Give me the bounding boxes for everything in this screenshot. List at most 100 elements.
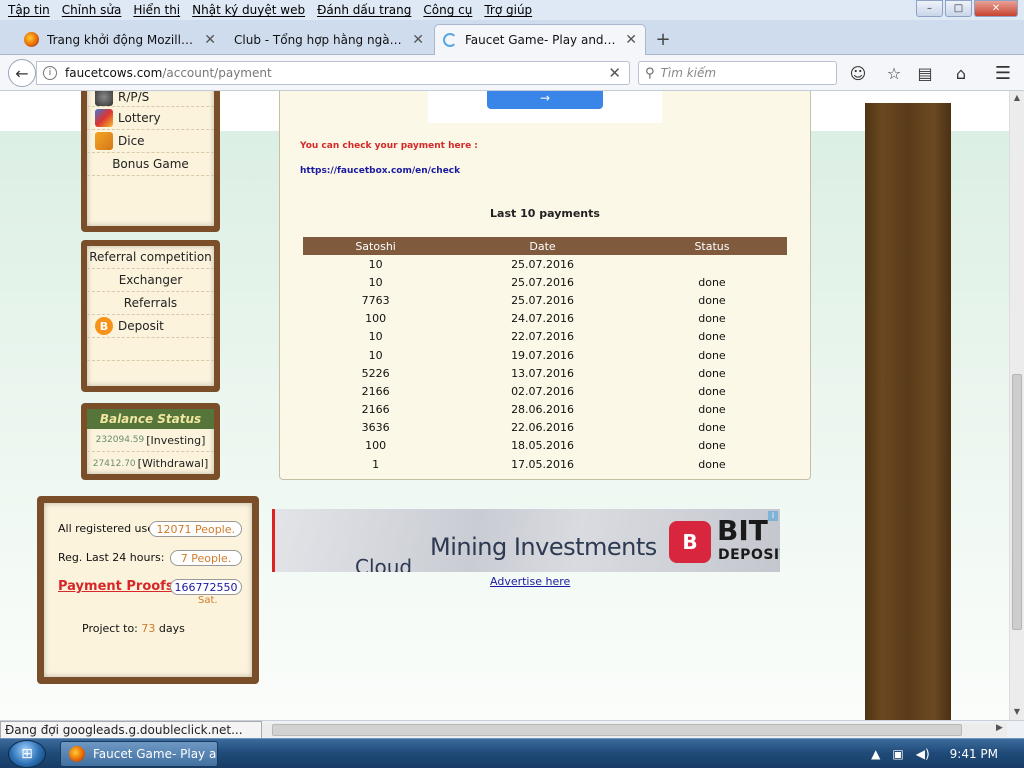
volume-icon[interactable]: ◀) <box>916 747 930 761</box>
payment-proofs-link[interactable]: Payment Proofs <box>58 579 174 594</box>
cell-date: 25.07.2016 <box>511 257 575 271</box>
cell-date: 22.07.2016 <box>511 330 575 344</box>
cell-status: done <box>698 275 726 289</box>
scroll-down-icon[interactable]: ▼ <box>1010 707 1024 716</box>
tab-title: Club - Tổng hợp hằng ngày cá... <box>234 32 404 47</box>
hamburger-menu-icon[interactable]: ☰ <box>993 63 1013 84</box>
close-window-button[interactable]: ✕ <box>974 0 1018 17</box>
game-rps[interactable]: R/P/S <box>87 91 214 107</box>
game-bonus[interactable]: Bonus Game <box>87 153 214 176</box>
network-icon[interactable]: ▣ <box>892 747 903 761</box>
menu-history[interactable]: Nhật ký duyệt web <box>186 3 311 17</box>
maximize-button[interactable]: □ <box>945 0 972 17</box>
vertical-scrollbar[interactable]: ▲ ▼ <box>1009 91 1024 721</box>
link-referral-competition[interactable]: Referral competition <box>87 246 214 269</box>
tab-club[interactable]: Club - Tổng hợp hằng ngày cá... ✕ <box>226 24 432 55</box>
tab-title: Trang khởi động Mozilla Fi... <box>47 32 196 47</box>
minimize-button[interactable]: – <box>916 0 943 17</box>
table-row: 2166 02.07.2016 done <box>303 382 787 400</box>
cell-status: done <box>698 457 726 471</box>
button-area: → <box>428 91 662 123</box>
col-date: Date <box>448 237 637 255</box>
ad-brand-bottom: DEPOSIT <box>718 547 780 563</box>
lottery-icon <box>95 109 113 127</box>
back-button[interactable]: ← <box>8 59 36 87</box>
cell-date: 25.07.2016 <box>511 275 575 289</box>
cell-satoshi: 100 <box>365 439 387 453</box>
game-dice[interactable]: Dice <box>87 130 214 153</box>
new-tab-button[interactable]: + <box>652 26 674 52</box>
tab-close-icon[interactable]: ✕ <box>625 32 637 48</box>
cell-status <box>637 255 787 273</box>
start-button[interactable]: ⊞ <box>8 740 46 768</box>
firefox-icon <box>69 746 85 762</box>
tab-bar: Trang khởi động Mozilla Fi... ✕ Club - T… <box>0 20 1024 55</box>
menu-view[interactable]: Hiển thị <box>127 3 186 17</box>
cell-date: 28.06.2016 <box>511 403 575 417</box>
stop-loading-icon[interactable]: ✕ <box>608 64 621 82</box>
search-input[interactable]: ⚲ Tìm kiếm <box>638 61 837 85</box>
tray-expand-icon[interactable]: ▲ <box>871 747 880 761</box>
site-info-icon[interactable]: i <box>43 66 57 80</box>
bookmark-star-icon[interactable]: ☆ <box>884 63 904 83</box>
tab-mozilla-start[interactable]: Trang khởi động Mozilla Fi... ✕ <box>16 24 224 55</box>
reading-list-icon[interactable]: ▤ <box>915 63 935 83</box>
cell-status: done <box>698 439 726 453</box>
scroll-right-icon[interactable]: ▶ <box>996 723 1003 733</box>
cell-satoshi: 3636 <box>361 421 390 435</box>
url-bar[interactable]: i faucetcows.com /account/payment ✕ <box>36 61 630 85</box>
firefox-icon <box>24 32 39 47</box>
taskbar-firefox-button[interactable]: Faucet Game- Play a... <box>60 741 218 767</box>
tab-close-icon[interactable]: ✕ <box>412 32 424 48</box>
adchoices-icon[interactable]: i <box>768 511 778 521</box>
submit-button[interactable]: → <box>487 91 603 109</box>
cell-date: 13.07.2016 <box>511 366 575 380</box>
link-label: Deposit <box>118 319 164 333</box>
games-panel: R/P/S Lottery Dice Bonus Game <box>81 91 220 232</box>
cell-satoshi: 2166 <box>361 403 390 417</box>
investing-label: [Investing] <box>146 433 206 447</box>
table-row: 5226 13.07.2016 done <box>303 364 787 382</box>
vertical-scroll-thumb[interactable] <box>1012 374 1022 630</box>
system-tray: ▲ ▣ ◀) 9:41 PM <box>871 739 1024 769</box>
link-referrals[interactable]: Referrals <box>87 292 214 315</box>
project-unit: days <box>158 622 185 635</box>
extension-icon[interactable]: ☺ <box>848 63 868 83</box>
last24-label: Reg. Last 24 hours: <box>58 551 165 564</box>
ad-banner[interactable]: Cloud Mining Investments B BIT DEPOSIT i <box>272 509 780 572</box>
ad-brand-top: BIT <box>717 514 768 547</box>
table-row: 10 19.07.2016 done <box>303 346 787 364</box>
menu-bookmarks[interactable]: Đánh dấu trang <box>311 3 417 17</box>
check-payment-link[interactable]: https://faucetbox.com/en/check <box>300 166 460 176</box>
cell-satoshi: 2166 <box>361 384 390 398</box>
cell-satoshi: 10 <box>368 330 383 344</box>
cell-status: done <box>698 421 726 435</box>
menu-tools[interactable]: Công cụ <box>417 3 478 17</box>
tab-faucet-game[interactable]: Faucet Game- Play and ear... ✕ <box>434 24 646 55</box>
home-icon[interactable]: ⌂ <box>951 63 971 83</box>
horizontal-scrollbar[interactable] <box>262 723 1007 737</box>
menu-help[interactable]: Trợ giúp <box>478 3 538 17</box>
windows-logo-icon: ⊞ <box>21 746 33 762</box>
last24-value: 7 People. <box>170 550 242 566</box>
rps-icon <box>95 91 113 106</box>
link-deposit[interactable]: B Deposit <box>87 315 214 338</box>
cell-date: 25.07.2016 <box>511 293 575 307</box>
tab-close-icon[interactable]: ✕ <box>204 32 216 48</box>
project-label: Project to: <box>82 622 138 635</box>
check-payment-text: You can check your payment here : <box>300 141 478 151</box>
horizontal-scroll-thumb[interactable] <box>272 724 962 736</box>
menu-file[interactable]: Tập tin <box>2 3 56 17</box>
taskbar-button-label: Faucet Game- Play a... <box>93 747 218 761</box>
payments-title: Last 10 payments <box>490 207 600 220</box>
link-exchanger[interactable]: Exchanger <box>87 269 214 292</box>
cell-status: done <box>698 312 726 326</box>
link-label: Exchanger <box>118 273 183 287</box>
clock[interactable]: 9:41 PM <box>950 747 998 761</box>
balance-investing: 232094.59 [Investing] <box>87 429 214 452</box>
game-lottery[interactable]: Lottery <box>87 107 214 130</box>
menu-edit[interactable]: Chỉnh sửa <box>56 3 128 17</box>
table-row: 1 17.05.2016 done <box>303 455 787 473</box>
scroll-up-icon[interactable]: ▲ <box>1010 93 1024 102</box>
advertise-here-link[interactable]: Advertise here <box>490 575 570 588</box>
